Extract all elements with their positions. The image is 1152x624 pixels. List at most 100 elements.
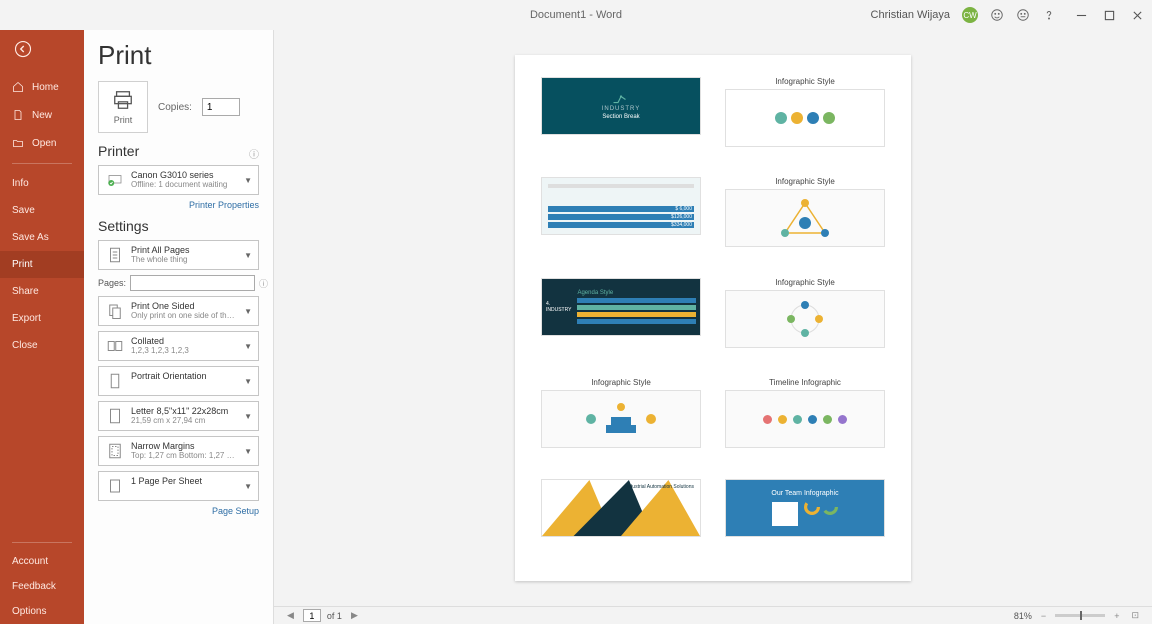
print-button-label: Print <box>114 115 133 125</box>
one-sided-icon <box>105 301 125 321</box>
printer-icon <box>112 89 134 111</box>
chevron-down-icon: ▼ <box>244 307 252 316</box>
paper-icon <box>105 406 125 426</box>
page-setup-link[interactable]: Page Setup <box>98 506 259 516</box>
printer-name: Canon G3010 series <box>131 170 238 180</box>
preview-statusbar: ◀ of 1 ▶ 81% − + ⊡ <box>274 606 1152 624</box>
sidebar-item-saveas[interactable]: Save As <box>0 224 84 251</box>
face-neutral-icon[interactable] <box>1016 8 1030 22</box>
preview-page: INDUSTRYSection Break Infographic Style … <box>515 55 911 581</box>
page-title: Print <box>98 40 259 71</box>
margins-selector[interactable]: Narrow Margins Top: 1,27 cm Bottom: 1,27… <box>98 436 259 466</box>
slide-thumb: Industrial Automation Solutions <box>541 479 701 537</box>
slide-thumb <box>725 89 885 147</box>
zoom-in-button[interactable]: + <box>1111 611 1122 621</box>
sidebar-item-label: Export <box>12 313 41 324</box>
printer-status: Offline: 1 document waiting <box>131 180 238 189</box>
slide-thumb: $ 6,000$126,000$334,000 <box>541 177 701 235</box>
sidebar-item-print[interactable]: Print <box>0 251 84 278</box>
sidebar-item-save[interactable]: Save <box>0 197 84 224</box>
chevron-down-icon: ▼ <box>244 482 252 491</box>
sidebar-item-account[interactable]: Account <box>0 549 84 574</box>
chevron-down-icon: ▼ <box>244 377 252 386</box>
print-range-selector[interactable]: Print All Pages The whole thing ▼ <box>98 240 259 270</box>
printer-heading: Printer ⓘ <box>98 143 259 159</box>
info-icon[interactable]: ⓘ <box>249 146 259 161</box>
sidebar-item-label: Close <box>12 340 38 351</box>
sidebar-item-new[interactable]: New <box>0 101 84 129</box>
chevron-down-icon: ▼ <box>244 342 252 351</box>
robot-arm-icon <box>612 92 630 104</box>
back-button[interactable] <box>0 30 84 73</box>
sidebar-item-label: Home <box>32 82 59 93</box>
face-smile-icon[interactable] <box>990 8 1004 22</box>
sidebar-item-info[interactable]: Info <box>0 170 84 197</box>
user-name: Christian Wijaya <box>871 9 950 21</box>
sidebar-item-label: Account <box>12 556 48 567</box>
slide-thumb <box>725 390 885 448</box>
slide-label: Timeline Infographic <box>725 378 885 387</box>
sidebar-item-export[interactable]: Export <box>0 305 84 332</box>
zoom-label: 81% <box>1014 611 1032 621</box>
sidebar-item-feedback[interactable]: Feedback <box>0 574 84 599</box>
collated-icon <box>105 336 125 356</box>
slide-thumb: 4.INDUSTRYAgenda Style <box>541 278 701 336</box>
one-sided-selector[interactable]: Print One Sided Only print on one side o… <box>98 296 259 326</box>
sidebar-item-close[interactable]: Close <box>0 332 84 359</box>
help-icon[interactable] <box>1042 8 1056 22</box>
avatar[interactable]: CW <box>962 7 978 23</box>
sidebar-item-label: Open <box>32 138 56 149</box>
zoom-out-button[interactable]: − <box>1038 611 1049 621</box>
margins-icon <box>105 441 125 461</box>
chevron-down-icon: ▼ <box>244 412 252 421</box>
doc-title: Document1 - Word <box>530 9 622 21</box>
sidebar-item-label: New <box>32 110 52 121</box>
slide-thumb <box>725 290 885 348</box>
sidebar-item-home[interactable]: Home <box>0 73 84 101</box>
slide-thumb <box>541 390 701 448</box>
sidebar-item-label: Share <box>12 286 39 297</box>
backstage-sidebar: Home New Open Info Save Save As Print Sh… <box>0 30 84 624</box>
orientation-selector[interactable]: Portrait Orientation ▼ <box>98 366 259 396</box>
sidebar-item-share[interactable]: Share <box>0 278 84 305</box>
orientation-icon <box>105 371 125 391</box>
print-panel: Print Print Copies: Printer ⓘ Canon G301… <box>84 30 274 624</box>
zoom-fit-button[interactable]: ⊡ <box>1128 610 1142 621</box>
prev-page-button[interactable]: ◀ <box>284 610 297 621</box>
paper-size-selector[interactable]: Letter 8,5"x11" 22x28cm 21,59 cm x 27,94… <box>98 401 259 431</box>
copies-input[interactable] <box>202 98 240 116</box>
chevron-down-icon: ▼ <box>244 251 252 260</box>
pages-input[interactable] <box>130 275 255 291</box>
sidebar-item-options[interactable]: Options <box>0 599 84 624</box>
pages-label: Pages: <box>98 278 126 288</box>
sidebar-item-label: Save As <box>12 232 49 243</box>
close-button[interactable] <box>1130 8 1144 22</box>
chevron-down-icon: ▼ <box>244 176 252 185</box>
next-page-button[interactable]: ▶ <box>348 610 361 621</box>
sidebar-item-label: Print <box>12 259 33 270</box>
printer-properties-link[interactable]: Printer Properties <box>98 200 259 210</box>
sidebar-item-label: Options <box>12 606 46 617</box>
maximize-button[interactable] <box>1102 8 1116 22</box>
print-preview: INDUSTRYSection Break Infographic Style … <box>274 30 1152 606</box>
slide-thumb <box>725 189 885 247</box>
pages-icon <box>105 245 125 265</box>
slide-label: Infographic Style <box>725 177 885 186</box>
zoom-slider[interactable] <box>1055 614 1105 617</box>
slide-thumb: INDUSTRYSection Break <box>541 77 701 135</box>
pages-per-sheet-selector[interactable]: 1 Page Per Sheet ▼ <box>98 471 259 501</box>
sidebar-item-open[interactable]: Open <box>0 129 84 157</box>
minimize-button[interactable] <box>1074 8 1088 22</box>
slide-label: Infographic Style <box>725 278 885 287</box>
printer-selector[interactable]: Canon G3010 series Offline: 1 document w… <box>98 165 259 195</box>
page-of-label: of 1 <box>327 611 342 621</box>
info-icon[interactable]: ⓘ <box>259 277 268 290</box>
copies-label: Copies: <box>158 102 192 113</box>
printer-status-icon <box>105 170 125 190</box>
per-sheet-icon <box>105 476 125 496</box>
settings-heading: Settings <box>98 218 259 234</box>
collated-selector[interactable]: Collated 1,2,3 1,2,3 1,2,3 ▼ <box>98 331 259 361</box>
sidebar-item-label: Feedback <box>12 581 56 592</box>
page-number-input[interactable] <box>303 609 321 622</box>
print-button[interactable]: Print <box>98 81 148 133</box>
